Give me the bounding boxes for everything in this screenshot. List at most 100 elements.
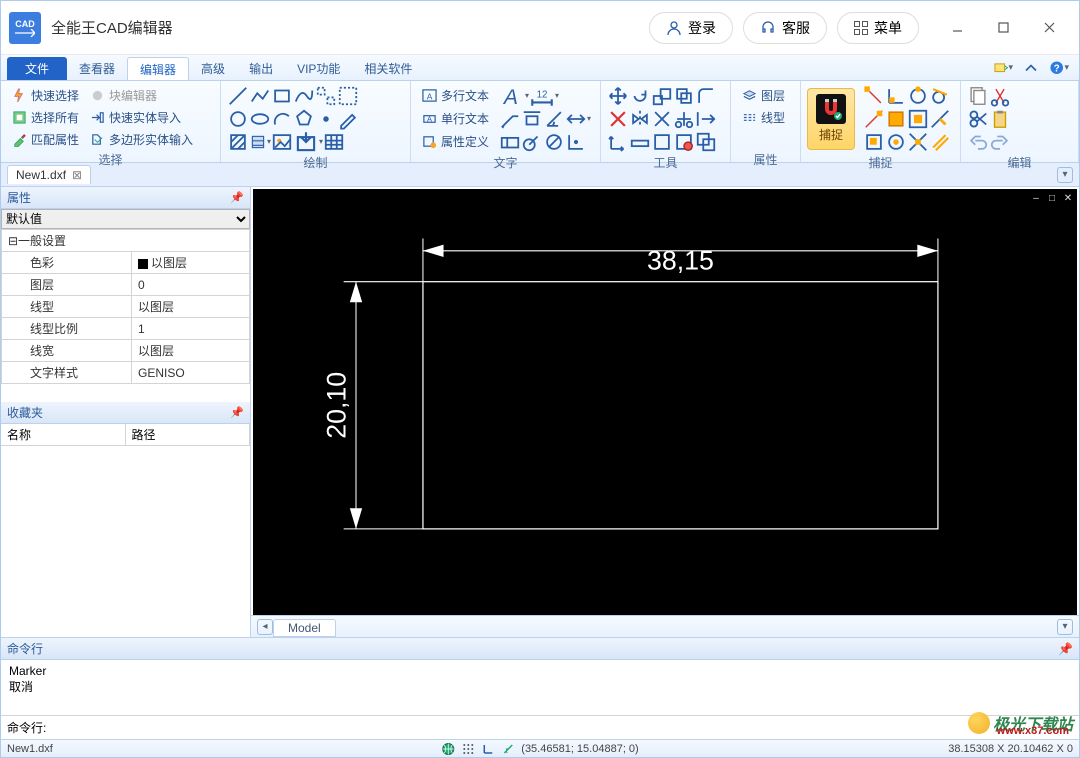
erase-icon[interactable] bbox=[607, 108, 629, 129]
dim-more-icon[interactable]: ▾ bbox=[565, 108, 591, 129]
polar-icon[interactable] bbox=[501, 742, 515, 756]
rect-icon[interactable] bbox=[271, 85, 293, 106]
block-create-icon[interactable] bbox=[651, 131, 673, 152]
redo-icon[interactable] bbox=[989, 131, 1011, 152]
snap-par-icon[interactable] bbox=[929, 131, 951, 152]
model-tab-left[interactable]: ◂ bbox=[257, 619, 273, 635]
close-button[interactable] bbox=[1027, 13, 1071, 43]
ortho-icon[interactable] bbox=[481, 742, 495, 756]
grid-dots-icon[interactable] bbox=[461, 742, 475, 756]
pin-icon[interactable]: 📌 bbox=[230, 406, 244, 419]
hatch-icon[interactable] bbox=[227, 131, 249, 152]
minimize-button[interactable] bbox=[935, 13, 979, 43]
globe-icon[interactable] bbox=[441, 742, 455, 756]
snap-ins-icon[interactable] bbox=[863, 131, 885, 152]
fav-col-name[interactable]: 名称 bbox=[1, 424, 126, 445]
mirror-icon[interactable] bbox=[629, 108, 651, 129]
circle-icon[interactable] bbox=[227, 108, 249, 129]
move-icon[interactable] bbox=[607, 85, 629, 106]
insert-icon[interactable]: ▾ bbox=[293, 131, 323, 152]
polyline-icon[interactable] bbox=[249, 85, 271, 106]
block-edit-button[interactable]: 块编辑器 bbox=[85, 85, 197, 105]
help-icon[interactable]: ?▾ bbox=[1049, 58, 1069, 78]
image-icon[interactable] bbox=[271, 131, 293, 152]
arc-icon[interactable] bbox=[271, 108, 293, 129]
snap-perp-icon[interactable] bbox=[885, 85, 907, 106]
clip-copy-icon[interactable] bbox=[967, 85, 989, 106]
clip-paste-icon[interactable] bbox=[989, 108, 1011, 129]
login-button[interactable]: 登录 bbox=[649, 12, 733, 44]
measure-icon[interactable] bbox=[629, 131, 651, 152]
fav-col-path[interactable]: 路径 bbox=[126, 424, 251, 445]
snap-quad-icon[interactable] bbox=[907, 108, 929, 129]
quick-select-button[interactable]: 快速选择 bbox=[7, 85, 83, 105]
drawing-canvas[interactable]: – □ ✕ 38,15 20,10 bbox=[253, 189, 1077, 615]
pencil-icon[interactable] bbox=[337, 108, 359, 129]
snap-circ-icon[interactable] bbox=[907, 85, 929, 106]
menu-tab-related[interactable]: 相关软件 bbox=[352, 57, 424, 80]
hatch2-icon[interactable]: ▾ bbox=[249, 131, 271, 152]
menu-tab-output[interactable]: 输出 bbox=[237, 57, 285, 80]
snap-int-icon[interactable] bbox=[907, 131, 929, 152]
table-icon[interactable] bbox=[323, 131, 345, 152]
doc-tab-dropdown[interactable]: ▾ bbox=[1057, 167, 1073, 183]
pin-icon[interactable]: 📌 bbox=[1058, 642, 1073, 656]
snap-node-icon[interactable] bbox=[885, 108, 907, 129]
snap-button[interactable]: 捕捉 bbox=[807, 88, 855, 150]
polygon-entity-in-button[interactable]: 多边形实体输入 bbox=[85, 129, 197, 149]
line-icon[interactable] bbox=[227, 85, 249, 106]
dim-angle-icon[interactable] bbox=[543, 108, 565, 129]
stext-button[interactable]: A单行文本 bbox=[417, 109, 493, 129]
dim-radius-icon[interactable] bbox=[521, 131, 543, 152]
undo-icon[interactable] bbox=[967, 131, 989, 152]
snap-near-icon[interactable] bbox=[929, 108, 951, 129]
layer-button[interactable]: 图层 bbox=[737, 85, 789, 105]
ucs-icon[interactable] bbox=[607, 131, 629, 152]
props-category-select[interactable]: 默认值 bbox=[1, 209, 250, 229]
match-prop-button[interactable]: 匹配属性 bbox=[7, 129, 83, 149]
mtext-button[interactable]: A多行文本 bbox=[417, 86, 493, 106]
rotate-icon[interactable] bbox=[629, 85, 651, 106]
spline-icon[interactable] bbox=[293, 85, 315, 106]
text-style-icon[interactable]: A▾ bbox=[499, 85, 529, 106]
clip-scissors-icon[interactable] bbox=[967, 108, 989, 129]
dim-style-icon[interactable]: 12▾ bbox=[529, 85, 559, 106]
menu-file[interactable]: 文件 bbox=[7, 57, 67, 80]
fillet-icon[interactable] bbox=[695, 85, 717, 106]
quick-entity-in-button[interactable]: 快速实体导入 bbox=[85, 107, 197, 127]
dim-linear-icon[interactable] bbox=[521, 108, 543, 129]
polygon-icon[interactable] bbox=[293, 108, 315, 129]
purge-icon[interactable] bbox=[673, 131, 695, 152]
model-tab-dropdown[interactable]: ▾ bbox=[1057, 619, 1073, 635]
menu-button[interactable]: 菜单 bbox=[837, 12, 919, 44]
linetype-button[interactable]: 线型 bbox=[737, 107, 789, 127]
arc-sel-icon[interactable] bbox=[315, 85, 337, 106]
group-icon[interactable] bbox=[695, 131, 717, 152]
snap-end-icon[interactable] bbox=[863, 85, 885, 106]
pin-icon[interactable]: 📌 bbox=[230, 191, 244, 204]
tolerance-icon[interactable] bbox=[499, 131, 521, 152]
snap-tan-icon[interactable] bbox=[929, 85, 951, 106]
point-icon[interactable] bbox=[315, 108, 337, 129]
attr-def-button[interactable]: 属性定义 bbox=[417, 132, 493, 152]
snap-mid-icon[interactable] bbox=[863, 108, 885, 129]
scale-icon[interactable] bbox=[651, 85, 673, 106]
doc-tab[interactable]: New1.dxf ⊠ bbox=[7, 165, 91, 184]
dim-diam-icon[interactable] bbox=[543, 131, 565, 152]
collapse-ribbon-icon[interactable] bbox=[1021, 58, 1041, 78]
menu-tab-advanced[interactable]: 高级 bbox=[189, 57, 237, 80]
trim-icon[interactable] bbox=[673, 108, 695, 129]
leader-icon[interactable] bbox=[499, 108, 521, 129]
snap-cen-icon[interactable] bbox=[885, 131, 907, 152]
command-input[interactable] bbox=[50, 719, 1073, 736]
extend-icon[interactable] bbox=[695, 108, 717, 129]
select-all-button[interactable]: 选择所有 bbox=[7, 107, 83, 127]
ellipse-icon[interactable] bbox=[249, 108, 271, 129]
support-button[interactable]: 客服 bbox=[743, 12, 827, 44]
menu-tab-viewer[interactable]: 查看器 bbox=[67, 57, 127, 80]
model-tab[interactable]: Model bbox=[273, 619, 336, 637]
rect-sel-icon[interactable] bbox=[337, 85, 359, 106]
menu-tab-editor[interactable]: 编辑器 bbox=[127, 57, 189, 80]
props-section[interactable]: ⊟一般设置 bbox=[2, 230, 250, 252]
doc-tab-close-icon[interactable]: ⊠ bbox=[72, 168, 82, 182]
